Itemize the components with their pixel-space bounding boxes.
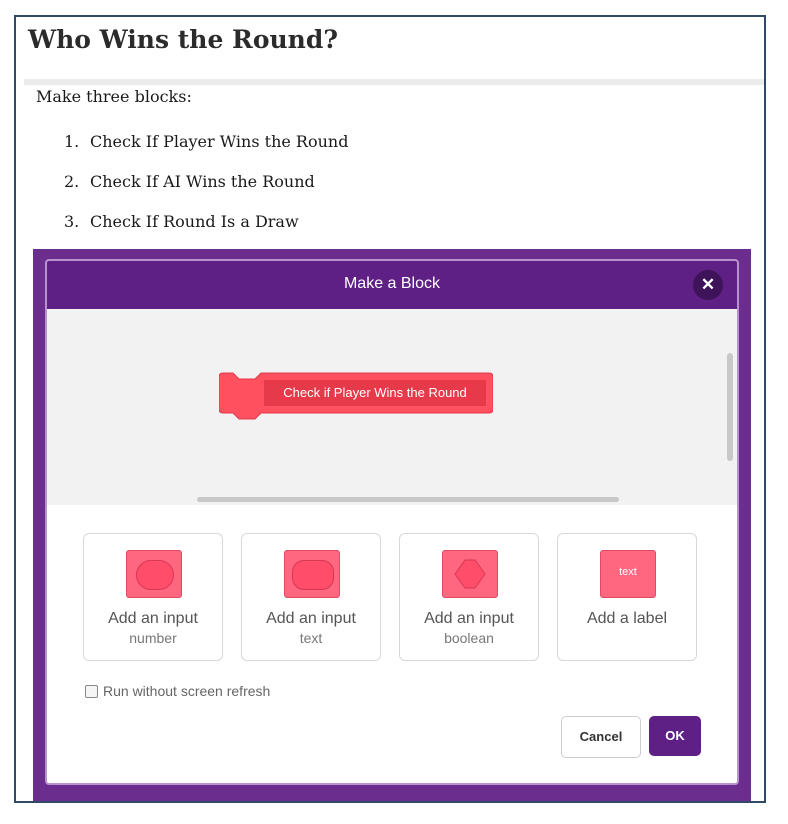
close-button[interactable]: ✕ <box>693 270 723 300</box>
label-icon-text: text <box>619 566 637 578</box>
add-text-input-button[interactable]: Add an input text <box>241 533 381 661</box>
option-title: Add an input <box>266 610 356 627</box>
list-item: 1. Check If Player Wins the Round <box>64 129 348 169</box>
add-number-input-button[interactable]: Add an input number <box>83 533 223 661</box>
run-without-refresh-option[interactable]: Run without screen refresh <box>85 683 270 699</box>
list-item: 3. Check If Round Is a Draw <box>64 209 348 249</box>
steps-list: 1. Check If Player Wins the Round 2. Check… <box>64 129 348 249</box>
step-text: Check If Player Wins the Round <box>90 132 349 151</box>
title-divider <box>24 79 764 85</box>
text-input-icon <box>284 550 340 598</box>
option-subtitle: boolean <box>444 630 494 646</box>
boolean-input-icon <box>442 550 498 598</box>
run-without-refresh-label: Run without screen refresh <box>103 683 271 699</box>
close-icon: ✕ <box>700 275 716 294</box>
run-without-refresh-checkbox[interactable] <box>85 684 98 698</box>
make-a-block-dialog: Make a Block ✕ Check if Player Wins the … <box>45 259 739 785</box>
option-subtitle: number <box>129 630 177 646</box>
option-title: Add an input <box>424 610 514 627</box>
intro-text: Make three blocks: <box>36 87 192 106</box>
step-text: Check If Round Is a Draw <box>90 212 299 231</box>
page-title: Who Wins the Round? <box>28 25 338 54</box>
ok-button[interactable]: OK <box>649 716 701 756</box>
number-input-icon <box>126 550 182 598</box>
option-title: Add an input <box>108 610 198 627</box>
cancel-button[interactable]: Cancel <box>561 716 641 758</box>
document-frame: Who Wins the Round? Make three blocks: 1… <box>14 15 766 803</box>
block-name-field[interactable]: Check if Player Wins the Round <box>264 380 486 406</box>
horizontal-scrollbar[interactable] <box>197 497 619 502</box>
option-subtitle: text <box>299 630 323 646</box>
block-preview-workspace[interactable]: Check if Player Wins the Round <box>47 309 737 505</box>
dialog-header: Make a Block ✕ <box>47 261 737 309</box>
dialog-backdrop: Make a Block ✕ Check if Player Wins the … <box>33 249 751 801</box>
add-boolean-input-button[interactable]: Add an input boolean <box>399 533 539 661</box>
vertical-scrollbar[interactable] <box>727 353 733 461</box>
dialog-title: Make a Block <box>343 275 441 292</box>
step-text: Check If AI Wins the Round <box>90 172 315 191</box>
option-title: Add a label <box>586 610 668 627</box>
step-number: 3. <box>64 212 80 231</box>
step-number: 2. <box>64 172 80 191</box>
list-item: 2. Check If AI Wins the Round <box>64 169 348 209</box>
label-icon: text <box>600 550 656 598</box>
step-number: 1. <box>64 132 80 151</box>
add-label-button[interactable]: text Add a label <box>557 533 697 661</box>
